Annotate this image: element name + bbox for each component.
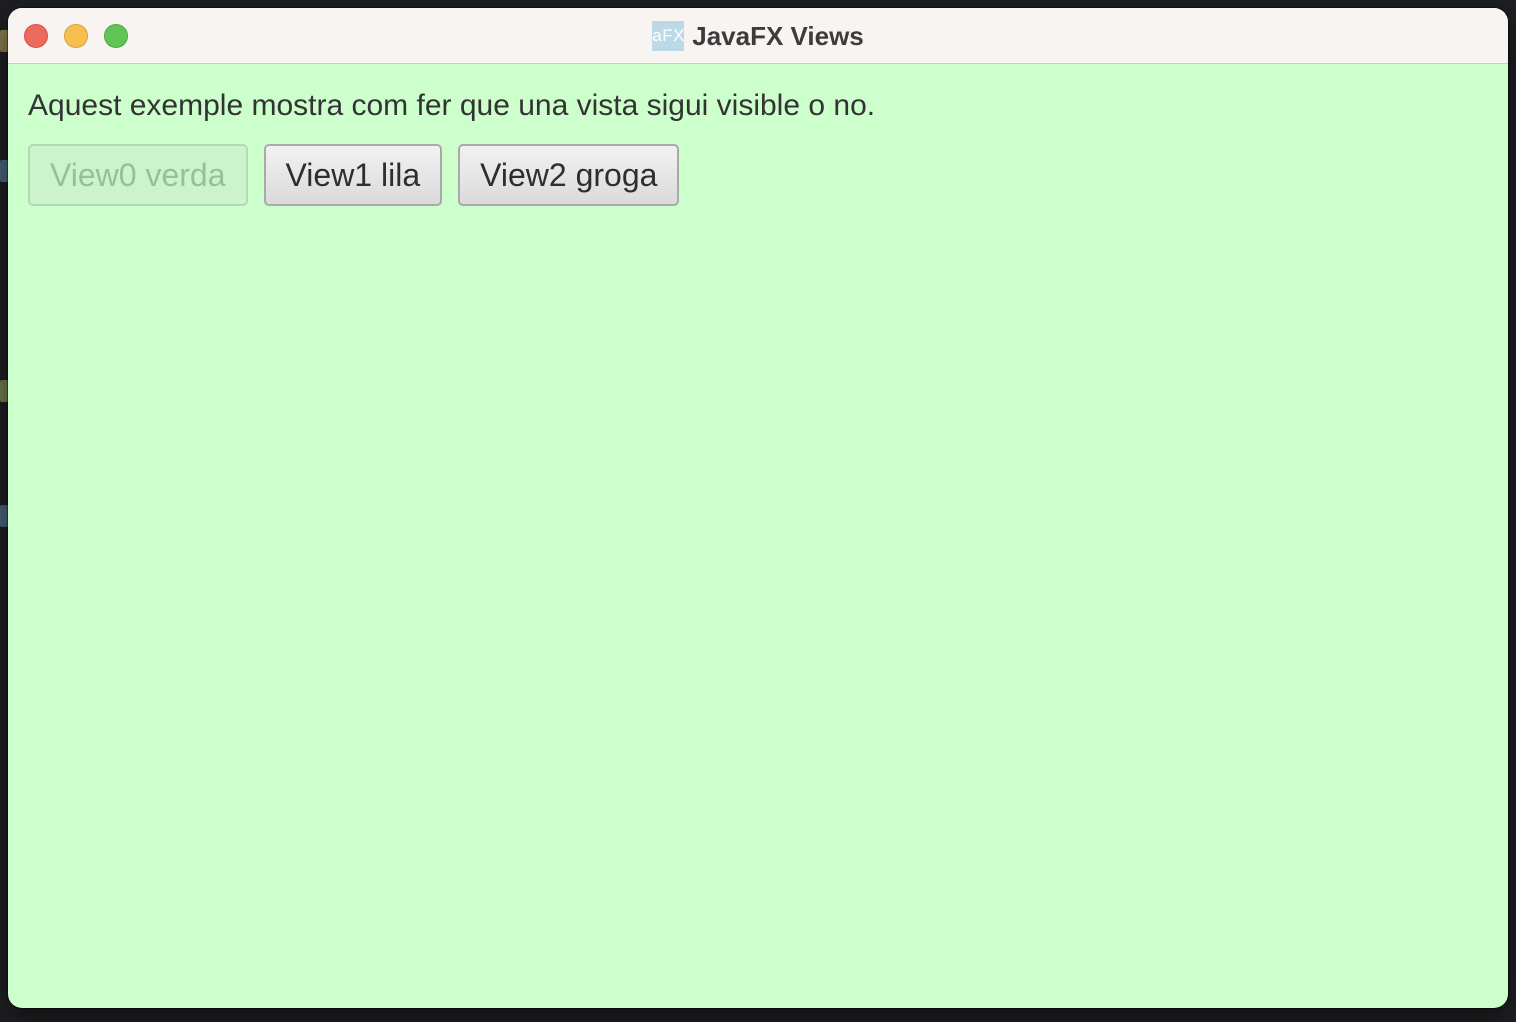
- view0-button: View0 verda: [28, 144, 248, 206]
- window-title: JavaFX Views: [692, 20, 864, 51]
- title-group: aFX JavaFX Views: [8, 8, 1508, 64]
- app-window: aFX JavaFX Views Aquest exemple mostra c…: [8, 8, 1508, 1008]
- java-app-icon: aFX: [652, 21, 685, 51]
- view1-button[interactable]: View1 lila: [263, 144, 443, 206]
- view-button-row: View0 verda View1 lila View2 groga: [28, 144, 1488, 206]
- intro-text: Aquest exemple mostra com fer que una vi…: [28, 89, 876, 122]
- title-bar: aFX JavaFX Views: [8, 8, 1508, 64]
- main-content: Aquest exemple mostra com fer que una vi…: [8, 64, 1508, 230]
- view2-button[interactable]: View2 groga: [458, 144, 680, 206]
